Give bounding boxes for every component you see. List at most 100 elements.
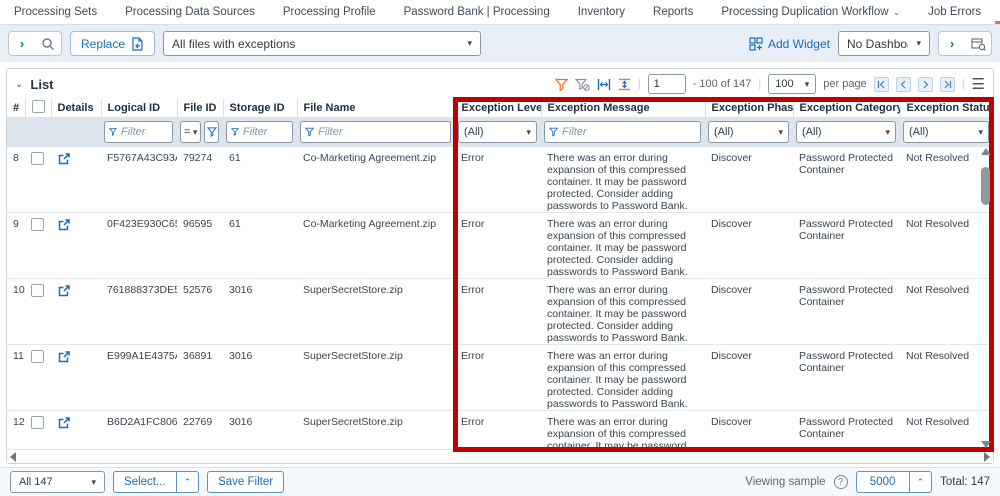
footer-right: Viewing sample ? 5000 ⌃ Total: 147 — [745, 471, 990, 493]
column-header-exception-category[interactable]: Exception Category — [793, 99, 901, 117]
scroll-right-arrow-icon[interactable] — [984, 451, 990, 462]
file-name-filter-input[interactable] — [318, 126, 446, 138]
sample-size-menu[interactable]: ⌃ — [908, 472, 932, 492]
row-checkbox[interactable] — [31, 416, 44, 429]
row-checkbox[interactable] — [31, 152, 44, 165]
funnel-icon — [109, 128, 117, 136]
clear-filter-icon[interactable] — [574, 78, 590, 91]
tab-processing-sets[interactable]: Processing Sets — [0, 0, 111, 24]
cell-file-id: 36891 — [177, 344, 223, 411]
dashboard-dropdown[interactable]: No Dashboard Wi... ▾ — [838, 31, 930, 56]
cell-file-id: 96595 — [177, 212, 223, 279]
cell-logical-id: E999A1E4375A7... — [101, 344, 177, 411]
exception-message-filter-input[interactable] — [562, 126, 696, 138]
external-link-icon[interactable] — [57, 350, 71, 364]
cell-exception-level: Error — [455, 410, 541, 449]
external-link-icon[interactable] — [57, 416, 71, 430]
fit-width-icon[interactable] — [597, 78, 611, 91]
cell-exception-phase: Discover — [711, 152, 752, 164]
tab-processing-profile[interactable]: Processing Profile — [269, 0, 390, 24]
funnel-icon — [231, 128, 239, 136]
storage-id-filter-input[interactable] — [242, 126, 288, 138]
page-number-input[interactable] — [647, 74, 686, 94]
next-page-button[interactable] — [917, 76, 933, 92]
select-all-checkbox[interactable] — [31, 100, 45, 113]
cell-exception-message: There was an error during expansion of t… — [541, 410, 705, 449]
selection-scope-value: All 147 — [19, 476, 53, 488]
sample-size-value[interactable]: 5000 — [857, 472, 909, 492]
row-checkbox[interactable] — [31, 284, 44, 297]
row-number: 12 — [7, 410, 25, 449]
cell-file-name: Co-Marketing Agreement.zip — [303, 152, 437, 164]
scroll-down-arrow-icon[interactable] — [980, 441, 991, 448]
column-header-file-id[interactable]: File ID — [177, 99, 224, 117]
selection-scope-dropdown[interactable]: All 147 ▾ — [10, 471, 105, 493]
search-button[interactable] — [35, 32, 61, 55]
column-header-exception-status[interactable]: Exception Status — [900, 99, 993, 117]
dashboard-actions-group: › — [938, 31, 992, 56]
storage-id-filter — [226, 121, 293, 143]
dashboard-expand-button[interactable]: › — [939, 32, 965, 55]
column-header-exception-message[interactable]: Exception Message — [541, 99, 706, 117]
menu-icon[interactable]: ☰ — [972, 77, 985, 92]
select-button-menu[interactable]: ⌃ — [175, 472, 199, 492]
scroll-up-arrow-icon[interactable] — [980, 148, 991, 155]
vertical-scrollbar-thumb[interactable] — [981, 167, 990, 205]
tab-label: Processing Duplication Workflow — [721, 6, 889, 18]
column-header-details[interactable]: Details — [51, 99, 102, 117]
cell-logical-id: F5767A43C93A9... — [107, 152, 177, 164]
tab-password-bank[interactable]: Password Bank | Processing — [390, 0, 564, 24]
scroll-left-arrow-icon[interactable] — [10, 451, 16, 462]
filter-value: (All) — [464, 126, 484, 138]
help-icon[interactable]: ? — [833, 475, 848, 489]
column-header-logical-id[interactable]: Logical ID — [101, 99, 178, 117]
fit-height-icon[interactable] — [618, 78, 631, 91]
save-filter-button[interactable]: Save Filter — [207, 471, 285, 493]
horizontal-scrollbar[interactable] — [7, 449, 993, 463]
row-checkbox[interactable] — [31, 350, 44, 363]
exception-level-filter-dropdown[interactable]: (All) ▾ — [458, 121, 537, 143]
tab-processing-data-sources[interactable]: Processing Data Sources — [111, 0, 269, 24]
view-dropdown[interactable]: All files with exceptions ▾ — [163, 31, 482, 56]
exception-phase-filter-dropdown[interactable]: (All) ▾ — [708, 121, 789, 143]
logical-id-filter-input[interactable] — [120, 126, 168, 138]
column-header-file-name[interactable]: File Name — [297, 99, 456, 117]
column-header-exception-phase[interactable]: Exception Phase — [705, 99, 794, 117]
column-header-num[interactable]: # — [7, 99, 26, 117]
add-widget-button[interactable]: Add Widget — [749, 37, 830, 51]
tab-label: Password Bank | Processing — [403, 6, 550, 18]
tab-files[interactable]: Files — [995, 0, 1000, 24]
expand-panel-button[interactable]: › — [9, 32, 35, 55]
replace-document-icon — [132, 36, 143, 51]
tab-reports[interactable]: Reports — [639, 0, 707, 24]
external-link-icon[interactable] — [57, 218, 71, 232]
file-id-filter-button[interactable] — [204, 121, 219, 143]
divider: | — [637, 78, 641, 90]
tab-label: Reports — [653, 6, 694, 18]
column-header-storage-id[interactable]: Storage ID — [223, 99, 298, 117]
select-button[interactable]: Select... — [114, 472, 176, 492]
filter-icon[interactable] — [554, 78, 568, 91]
first-page-button[interactable] — [873, 76, 889, 92]
cell-file-name: SuperSecretStore.zip — [297, 410, 455, 449]
tab-job-errors[interactable]: Job Errors — [914, 0, 995, 24]
exception-status-filter-dropdown[interactable]: (All) ▾ — [903, 121, 989, 143]
page-size-dropdown[interactable]: 100 ▾ — [768, 74, 817, 94]
search-panel-button[interactable] — [965, 32, 991, 55]
vertical-scrollbar[interactable] — [980, 148, 991, 448]
funnel-icon — [549, 127, 559, 137]
external-link-icon[interactable] — [57, 152, 71, 166]
tab-processing-duplication-workflow[interactable]: Processing Duplication Workflow ⌄ — [707, 0, 914, 24]
list-collapse-toggle[interactable]: ⌄ List — [15, 77, 54, 92]
row-checkbox[interactable] — [31, 218, 44, 231]
replace-button[interactable]: Replace — [70, 31, 156, 56]
tab-inventory[interactable]: Inventory — [564, 0, 639, 24]
exception-category-filter-dropdown[interactable]: (All) ▾ — [796, 121, 896, 143]
external-link-icon[interactable] — [57, 284, 71, 298]
file-id-operator-dropdown[interactable]: = ▾ — [180, 121, 202, 143]
operator-value: = — [184, 126, 191, 138]
column-header-exception-level[interactable]: Exception Level — [455, 99, 542, 117]
prev-page-button[interactable] — [895, 76, 911, 92]
list-title: List — [30, 76, 54, 92]
last-page-button[interactable] — [939, 76, 955, 92]
